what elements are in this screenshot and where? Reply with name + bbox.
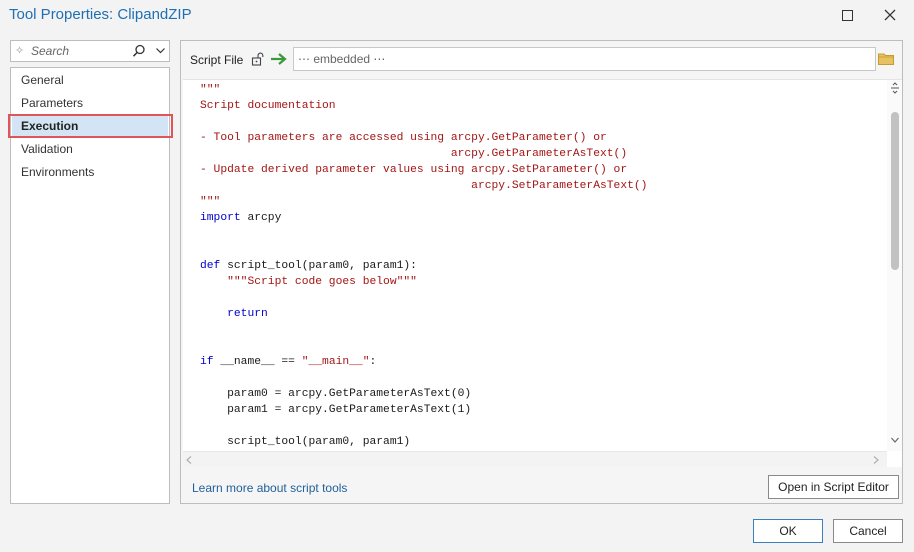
arrow-right-icon[interactable] [270,52,288,66]
code-line[interactable]: - Update derived parameter values using … [200,162,647,178]
code-line[interactable] [200,370,647,386]
code-line[interactable]: import arcpy [200,210,647,226]
script-file-label: Script File [190,53,244,67]
title-bar: Tool Properties: ClipandZIP [0,0,914,30]
maximize-button[interactable] [830,0,864,30]
code-line[interactable]: """ [200,194,647,210]
nav-item-parameters[interactable]: Parameters [12,92,168,114]
code-line[interactable] [200,322,647,338]
code-text-span: : [369,356,377,368]
search-box[interactable]: ✧ [10,40,170,62]
scroll-down-icon[interactable] [891,437,899,443]
code-line[interactable] [200,242,647,258]
code-line[interactable]: """ [200,82,647,98]
code-line[interactable]: def script_tool(param0, param1): [200,258,647,274]
nav-item-execution[interactable]: Execution [12,115,168,137]
search-input[interactable] [31,43,131,59]
script-path-field[interactable]: ⋯ embedded ⋯ [293,47,876,71]
code-line[interactable] [200,226,647,242]
code-line[interactable] [200,114,647,130]
code-editor[interactable]: """ Script documentation - Tool parameter… [183,79,902,467]
chevron-down-icon[interactable] [155,45,166,56]
window-title: Tool Properties: ClipandZIP [9,6,192,23]
code-line[interactable]: script_tool(param0, param1) [200,434,647,450]
code-string: "__main__" [301,356,370,368]
scroll-right-icon[interactable] [873,456,879,464]
code-keyword: def [200,260,221,272]
code-text-span: arcpy [240,212,282,224]
code-keyword: import [200,212,241,224]
code-line[interactable]: - Tool parameters are accessed using arc… [200,130,647,146]
scrollbar-thumb[interactable] [891,112,899,270]
code-text-span: script_tool(param0, param1): [220,260,417,272]
code-line[interactable] [200,338,647,354]
nav-list: General Parameters Execution Validation … [10,67,170,504]
code-line[interactable] [200,418,647,434]
code-line[interactable]: param0 = arcpy.GetParameterAsText(0) [200,386,647,402]
cancel-button[interactable]: Cancel [833,519,903,543]
split-view-icon[interactable] [890,82,900,94]
code-text[interactable]: """ Script documentation - Tool parameter… [200,82,647,466]
horizontal-scrollbar[interactable] [183,451,887,467]
folder-icon[interactable] [878,52,894,65]
nav-item-general[interactable]: General [12,69,168,91]
code-line[interactable]: arcpy.SetParameterAsText() [200,178,647,194]
code-line[interactable]: arcpy.GetParameterAsText() [200,146,647,162]
code-line[interactable]: if __name__ == "__main__": [200,354,647,370]
nav-item-validation[interactable]: Validation [12,138,168,160]
search-icon[interactable] [132,44,146,58]
code-line[interactable]: return [200,306,647,322]
code-line[interactable]: param1 = arcpy.GetParameterAsText(1) [200,402,647,418]
code-line[interactable]: """Script code goes below""" [200,274,647,290]
code-keyword: if [200,356,214,368]
execution-panel: Script File ⋯ embedded ⋯ """ Script docum… [180,40,903,504]
code-text-span: __name__ == [213,356,302,368]
open-script-editor-button[interactable]: Open in Script Editor [768,475,899,499]
learn-more-link[interactable]: Learn more about script tools [192,481,347,495]
scroll-left-icon[interactable] [186,456,192,464]
vertical-scrollbar[interactable] [887,80,902,451]
unlock-icon[interactable] [251,52,265,66]
close-button[interactable] [873,0,907,30]
ok-button[interactable]: OK [753,519,823,543]
code-line[interactable] [200,290,647,306]
code-keyword: return [227,308,268,320]
sparkle-icon: ✧ [15,45,25,57]
code-line[interactable]: Script documentation [200,98,647,114]
close-icon [884,9,896,21]
nav-item-environments[interactable]: Environments [12,161,168,183]
maximize-icon [841,9,853,21]
